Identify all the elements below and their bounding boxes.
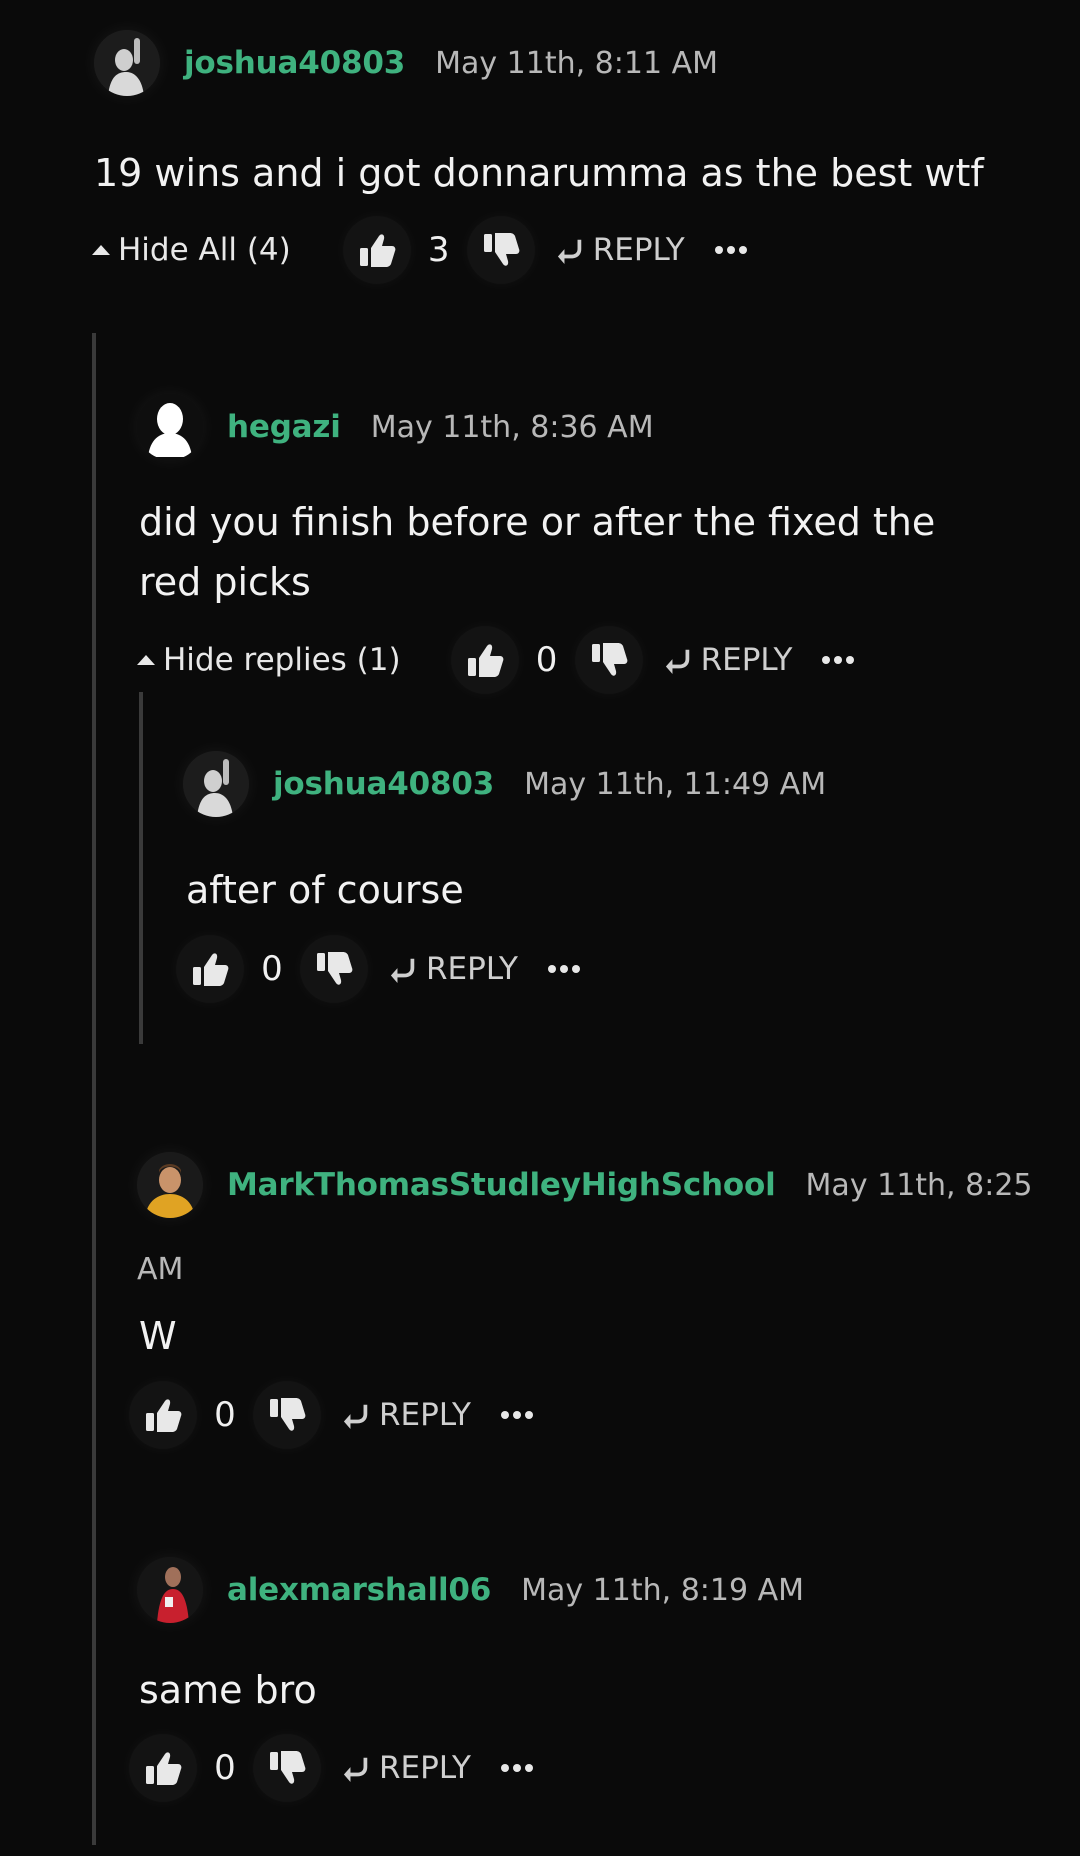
- comment-actions: Hide All (4) 3 REPLY: [92, 216, 751, 284]
- comment: alexmarshall06 May 11th, 8:19 AM: [137, 1557, 804, 1623]
- timestamp: May 11th, 11:49 AM: [524, 766, 827, 802]
- user-avatar-icon: [137, 1152, 203, 1218]
- hide-all-button[interactable]: Hide All (4): [92, 232, 291, 268]
- reply-arrow-icon: [557, 236, 585, 264]
- thumbs-down-icon: [589, 640, 629, 680]
- timestamp: May 11th, 8:19 AM: [521, 1572, 804, 1608]
- comment-actions: 0 REPLY: [129, 1734, 537, 1802]
- reply-arrow-icon: [665, 646, 693, 674]
- thumbs-up-icon: [465, 640, 505, 680]
- user-avatar-icon: [94, 30, 160, 96]
- comment: hegazi May 11th, 8:36 AM: [137, 394, 654, 460]
- reply-button[interactable]: REPLY: [390, 951, 518, 987]
- reply-button[interactable]: REPLY: [343, 1397, 471, 1433]
- username[interactable]: hegazi: [227, 409, 341, 445]
- reply-arrow-icon: [343, 1754, 371, 1782]
- dislike-button[interactable]: [253, 1381, 321, 1449]
- thumbs-up-icon: [357, 230, 397, 270]
- like-button[interactable]: [129, 1734, 197, 1802]
- timestamp-continued: AM: [137, 1252, 184, 1287]
- user-avatar-icon: [183, 751, 249, 817]
- like-count: 0: [261, 949, 283, 989]
- avatar[interactable]: [183, 751, 249, 817]
- comment-text: did you finish before or after the fixed…: [139, 500, 936, 604]
- avatar[interactable]: [94, 30, 160, 96]
- comment: joshua40803 May 11th, 8:11 AM: [94, 30, 718, 96]
- thumbs-up-icon: [190, 949, 230, 989]
- thumbs-down-icon: [267, 1748, 307, 1788]
- like-count: 3: [427, 230, 450, 270]
- thumbs-up-icon: [143, 1748, 183, 1788]
- caret-up-icon: [137, 655, 155, 665]
- reply-arrow-icon: [343, 1401, 371, 1429]
- username[interactable]: MarkThomasStudleyHighSchool: [227, 1167, 776, 1203]
- username[interactable]: alexmarshall06: [227, 1572, 491, 1608]
- comment-text: same bro: [139, 1668, 317, 1712]
- timestamp: May 11th, 8:11 AM: [435, 45, 718, 81]
- reply-arrow-icon: [390, 955, 418, 983]
- comment-actions: Hide replies (1) 0 REPLY: [137, 626, 858, 694]
- comment: MarkThomasStudleyHighSchool May 11th, 8:…: [137, 1152, 1033, 1218]
- username[interactable]: joshua40803: [184, 45, 405, 81]
- like-count: 0: [214, 1748, 236, 1788]
- timestamp: May 11th, 8:36 AM: [370, 409, 654, 445]
- dislike-button[interactable]: [466, 216, 535, 284]
- user-avatar-icon: [137, 1557, 203, 1623]
- like-button[interactable]: [176, 935, 244, 1003]
- comment-text: W: [139, 1314, 177, 1358]
- comment-actions: 0 REPLY: [176, 935, 584, 1003]
- comment-text: after of course: [186, 868, 464, 912]
- thumbs-down-icon: [267, 1395, 307, 1435]
- like-button[interactable]: [450, 626, 519, 694]
- dislike-button[interactable]: [300, 935, 368, 1003]
- more-options-button[interactable]: [500, 1764, 537, 1772]
- comment: joshua40803 May 11th, 11:49 AM: [183, 751, 826, 817]
- avatar[interactable]: [137, 1152, 203, 1218]
- thumbs-down-icon: [481, 230, 521, 270]
- like-button[interactable]: [129, 1381, 197, 1449]
- comment-text: 19 wins and i got donnarumma as the best…: [94, 151, 984, 195]
- like-count: 0: [535, 640, 558, 680]
- thumbs-up-icon: [143, 1395, 183, 1435]
- thread-line-nested: [139, 692, 143, 1044]
- dislike-button[interactable]: [253, 1734, 321, 1802]
- thread-line-main: [92, 333, 96, 1845]
- dislike-button[interactable]: [574, 626, 643, 694]
- reply-button[interactable]: REPLY: [557, 232, 685, 268]
- more-options-button[interactable]: [714, 246, 751, 254]
- username[interactable]: joshua40803: [273, 766, 494, 802]
- reply-button[interactable]: REPLY: [343, 1750, 471, 1786]
- like-button[interactable]: [342, 216, 411, 284]
- thumbs-down-icon: [314, 949, 354, 989]
- default-user-icon: [140, 397, 200, 457]
- more-options-button[interactable]: [500, 1411, 537, 1419]
- avatar[interactable]: [137, 394, 203, 460]
- like-count: 0: [214, 1395, 236, 1435]
- hide-replies-button[interactable]: Hide replies (1): [137, 642, 401, 678]
- more-options-button[interactable]: [547, 965, 584, 973]
- more-options-button[interactable]: [822, 656, 858, 664]
- comment-actions: 0 REPLY: [129, 1381, 537, 1449]
- reply-button[interactable]: REPLY: [665, 642, 792, 678]
- avatar[interactable]: [137, 1557, 203, 1623]
- timestamp: May 11th, 8:25: [805, 1167, 1033, 1203]
- caret-up-icon: [92, 245, 110, 255]
